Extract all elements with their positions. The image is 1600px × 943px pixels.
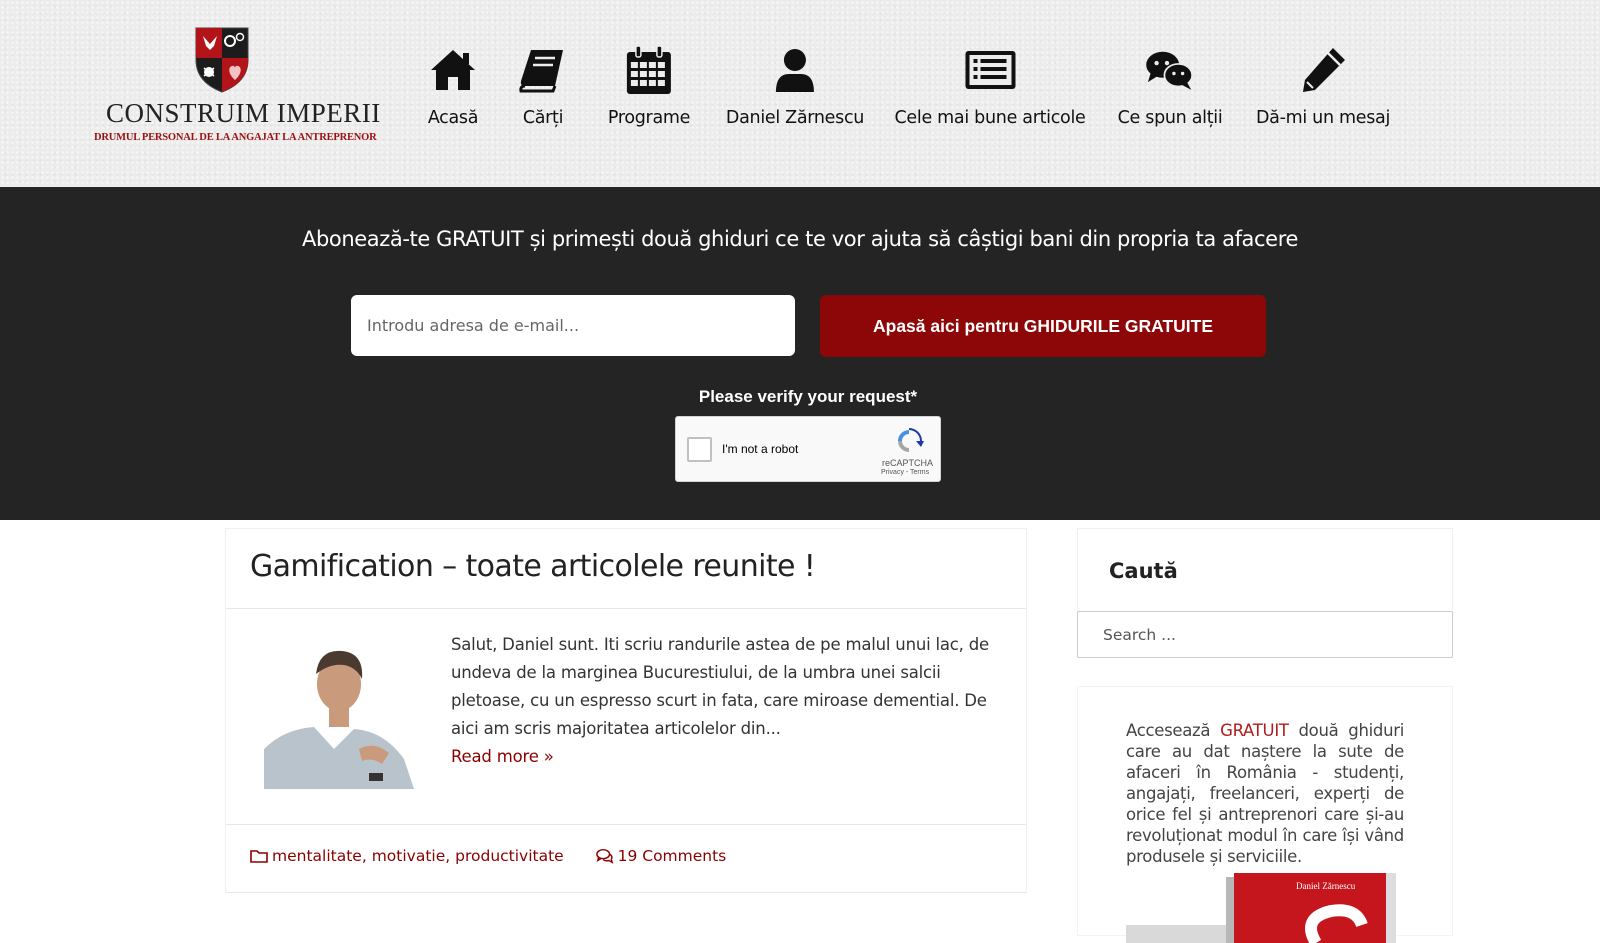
list-icon [965, 51, 1015, 89]
email-field[interactable] [351, 295, 795, 356]
read-more-link[interactable]: Read more » [451, 743, 1011, 771]
nav-label: Acasă [427, 108, 479, 128]
nav-item-cele-mai-bune-articole[interactable]: Cele mai bune articole [895, 44, 1086, 128]
home-icon [431, 50, 475, 90]
nav-item-acasa[interactable]: Acasă [427, 44, 479, 128]
recaptcha-privacy-links[interactable]: Privacy - Terms [881, 469, 929, 476]
nav-label: Daniel Zărnescu [725, 108, 865, 128]
recaptcha-checkbox[interactable] [687, 437, 712, 462]
divider [226, 892, 1026, 893]
recaptcha-brand: reCAPTCHA [882, 458, 934, 468]
shield-logo-icon [195, 27, 249, 93]
nav-label: Cărți [522, 108, 564, 128]
promo-text-rest: două ghiduri care au dat naștere la sute… [1126, 721, 1405, 866]
nav-item-daniel-zarnescu[interactable]: Daniel Zărnescu [726, 44, 864, 128]
article-meta: mentalitate, motivatie, productivitate 1… [250, 847, 726, 865]
nav-item-programe[interactable]: Programe [608, 44, 690, 128]
article-thumbnail[interactable] [264, 629, 414, 789]
excerpt-text: Salut, Daniel sunt. Iti scriu randurile … [451, 635, 989, 738]
nav-label: Programe [607, 108, 691, 128]
books-image: Daniel Zărnescu [1126, 873, 1396, 943]
calendar-icon [627, 45, 671, 94]
divider [226, 824, 1026, 825]
site-logo[interactable]: CONSTRUIM IMPERII DRUMUL PERSONAL DE LA … [92, 22, 380, 147]
article-card: Gamification – toate articolele reunite … [225, 528, 1027, 893]
nav-label: Dă-mi un mesaj [1255, 108, 1391, 128]
pencil-icon [1303, 48, 1345, 92]
nav-item-ce-spun-altii[interactable]: Ce spun alții [1118, 44, 1223, 128]
promo-widget[interactable]: Accesează GRATUIT două ghiduri care au d… [1077, 686, 1453, 943]
site-header: CONSTRUIM IMPERII DRUMUL PERSONAL DE LA … [0, 0, 1600, 187]
subscribe-band: Abonează-te GRATUIT și primești două ghi… [0, 187, 1600, 520]
article-excerpt: Salut, Daniel sunt. Iti scriu randurile … [451, 631, 1011, 771]
nav-item-carti[interactable]: Cărți [517, 44, 569, 128]
free-guides-button[interactable]: Apasă aici pentru GHIDURILE GRATUITE [820, 295, 1266, 357]
nav-label: Ce spun alții [1117, 108, 1223, 128]
promo-text: Accesează GRATUIT două ghiduri care au d… [1126, 720, 1404, 867]
search-widget-title: Caută [1109, 559, 1178, 583]
category-link-motivatie[interactable]: motivatie [372, 847, 446, 865]
divider [226, 608, 1026, 609]
folder-icon [250, 850, 268, 863]
nav-item-da-mi-un-mesaj[interactable]: Dă-mi un mesaj [1256, 44, 1390, 128]
nav-label: Cele mai bune articole [894, 108, 1086, 128]
logo-tagline: DRUMUL PERSONAL DE LA ANGAJAT LA ANTREPR… [94, 132, 377, 143]
verify-label: Please verify your request* [698, 387, 918, 406]
comments-link[interactable]: 19 Comments [618, 847, 727, 865]
category-link-productivitate[interactable]: productivitate [455, 847, 564, 865]
book-author: Daniel Zărnescu [1296, 881, 1356, 891]
logo-title: CONSTRUIM IMPERII [106, 98, 381, 128]
category-link-mentalitate[interactable]: mentalitate [272, 847, 362, 865]
promo-accent-text: GRATUIT [1220, 721, 1289, 740]
search-input[interactable] [1077, 611, 1453, 658]
promo-text-start: Accesează [1126, 721, 1221, 740]
recaptcha-widget: I'm not a robot reCAPTCHA Privacy - Term… [675, 416, 941, 482]
user-icon [775, 49, 814, 92]
recaptcha-logo-icon [898, 428, 924, 452]
recaptcha-label: I'm not a robot [722, 442, 799, 456]
book-icon [519, 50, 563, 93]
article-title[interactable]: Gamification – toate articolele reunite … [250, 549, 816, 584]
search-widget: Caută [1077, 528, 1453, 658]
chat-icon [1146, 51, 1194, 90]
comments-icon [595, 848, 614, 864]
subscribe-headline: Abonează-te GRATUIT și primești două ghi… [301, 227, 1298, 251]
